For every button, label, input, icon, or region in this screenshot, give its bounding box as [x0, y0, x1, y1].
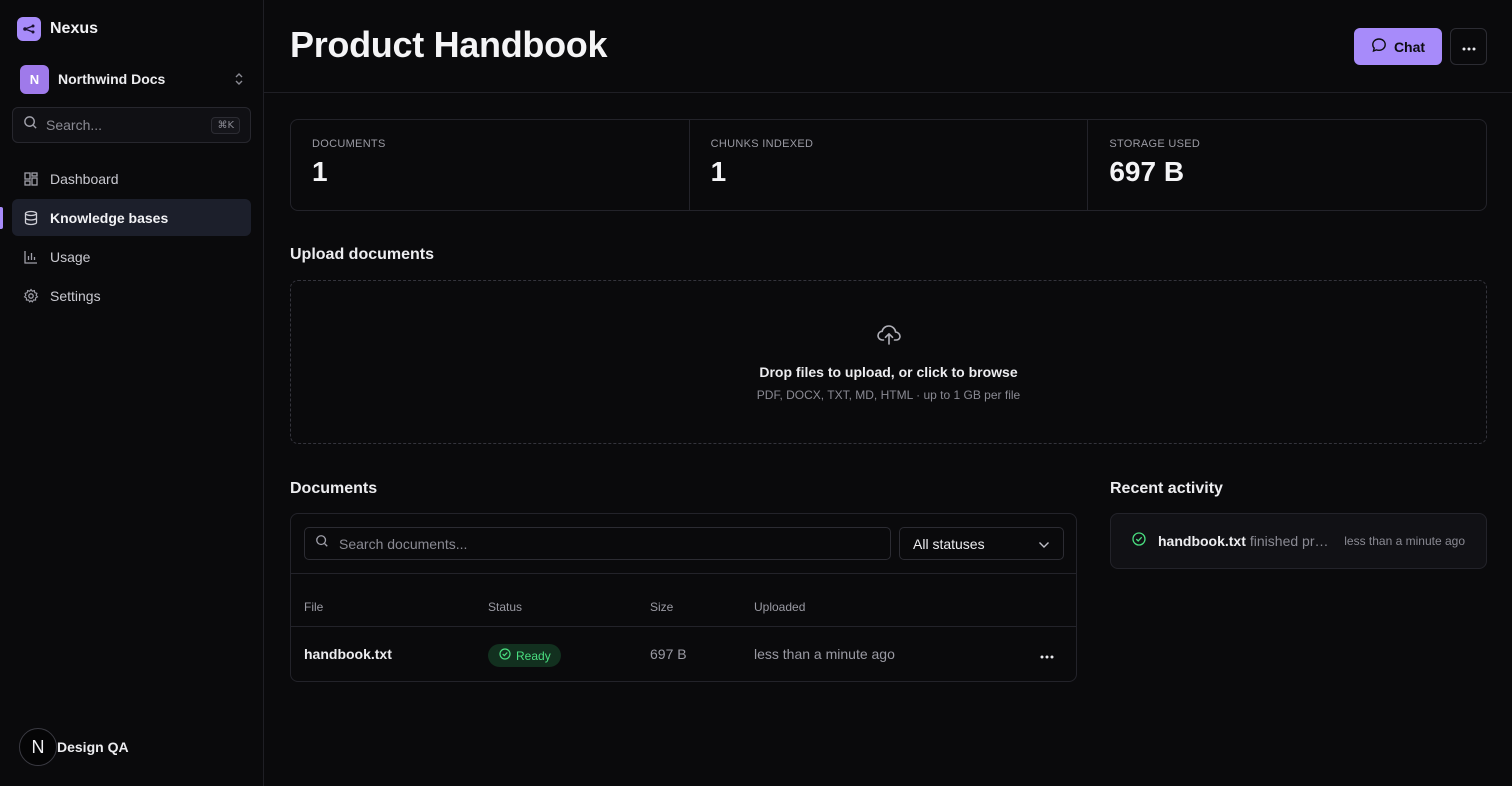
activity-time: less than a minute ago: [1344, 534, 1465, 548]
sidebar: Nexus N Northwind Docs Search... ⌘K Dash…: [0, 0, 264, 786]
search-icon: [23, 115, 38, 135]
ellipsis-icon: [1040, 646, 1054, 663]
ellipsis-icon: [1462, 38, 1476, 56]
row-file-size: 697 B: [650, 646, 687, 662]
stat-storage-used: STORAGE USED 697 B: [1088, 120, 1486, 210]
upload-section-title: Upload documents: [290, 246, 435, 263]
nexus-logo-icon: [17, 17, 41, 41]
column-header-size[interactable]: Size: [650, 600, 673, 614]
table-header: File Status Size Uploaded: [291, 573, 1076, 627]
sidebar-item-label: Usage: [50, 248, 91, 265]
page-header: Product Handbook Chat: [264, 0, 1512, 93]
search-shortcut: ⌘K: [211, 116, 240, 134]
brand[interactable]: Nexus: [17, 17, 98, 41]
sidebar-item-dashboard[interactable]: Dashboard: [12, 160, 251, 197]
workspace-avatar: N: [20, 64, 49, 94]
grid-icon: [23, 171, 39, 187]
stats-panel: DOCUMENTS 1 CHUNKS INDEXED 1 STORAGE USE…: [290, 119, 1487, 211]
search-placeholder: Search...: [46, 117, 103, 133]
column-header-uploaded[interactable]: Uploaded: [754, 600, 805, 614]
upload-dropzone[interactable]: Drop files to upload, or click to browse…: [290, 280, 1487, 444]
workspace-switcher[interactable]: N Northwind Docs: [20, 64, 244, 94]
stat-documents: DOCUMENTS 1: [291, 120, 690, 210]
activity-message: handbook.txt finished processing: [1158, 533, 1330, 549]
stat-chunks-indexed: CHUNKS INDEXED 1: [690, 120, 1089, 210]
activity-item[interactable]: handbook.txt finished processing less th…: [1110, 513, 1487, 569]
app-root: Nexus N Northwind Docs Search... ⌘K Dash…: [0, 0, 1512, 786]
documents-panel: All statuses File Status Size Uploaded h…: [290, 513, 1077, 682]
document-search[interactable]: [304, 527, 891, 560]
chevron-updown-icon: [234, 72, 244, 86]
status-filter-value: All statuses: [913, 535, 985, 552]
status-badge-label: Ready: [516, 648, 551, 663]
user-name: Design QA: [57, 739, 129, 755]
chat-button-label: Chat: [1393, 38, 1426, 55]
sidebar-item-settings[interactable]: Settings: [12, 277, 251, 314]
brand-name: Nexus: [50, 20, 99, 37]
sidebar-item-label: Knowledge bases: [50, 209, 169, 226]
avatar: N: [19, 728, 57, 766]
stat-value: 1: [312, 156, 328, 187]
row-file-name[interactable]: handbook.txt: [304, 646, 392, 662]
active-nav-indicator: [0, 207, 3, 229]
cloud-upload-icon: [876, 323, 902, 352]
row-actions-button[interactable]: [1033, 641, 1061, 667]
sidebar-item-knowledge-bases[interactable]: Knowledge bases: [12, 199, 251, 236]
main-content: Product Handbook Chat DOCUMENTS 1 CHUNKS…: [264, 0, 1512, 786]
user-menu[interactable]: N Design QA: [19, 728, 129, 766]
column-header-status[interactable]: Status: [488, 600, 522, 614]
workspace-name: Northwind Docs: [58, 71, 166, 87]
table-row[interactable]: handbook.txt Ready 697 B less than a min…: [291, 627, 1076, 682]
activity-section-title: Recent activity: [1110, 480, 1223, 497]
sidebar-item-label: Settings: [50, 287, 101, 304]
check-circle-icon: [1132, 531, 1146, 551]
row-uploaded-time: less than a minute ago: [754, 646, 895, 662]
check-circle-icon: [499, 648, 511, 663]
status-badge: Ready: [488, 644, 561, 667]
dropzone-title: Drop files to upload, or click to browse: [759, 363, 1018, 380]
database-icon: [23, 210, 39, 226]
more-options-button[interactable]: [1450, 28, 1487, 65]
activity-file: handbook.txt: [1158, 533, 1246, 549]
activity-text: finished processing: [1249, 533, 1330, 549]
chat-bubble-icon: [1371, 37, 1387, 56]
stat-value: 697 B: [1109, 156, 1185, 187]
sidebar-search[interactable]: Search... ⌘K: [12, 107, 251, 143]
gear-icon: [23, 288, 39, 304]
document-search-input[interactable]: [339, 535, 880, 552]
stat-label: STORAGE USED: [1109, 138, 1201, 150]
bar-chart-icon: [23, 249, 39, 265]
dropzone-hint: PDF, DOCX, TXT, MD, HTML · up to 1 GB pe…: [756, 387, 1021, 402]
stat-label: DOCUMENTS: [312, 138, 386, 150]
stat-label: CHUNKS INDEXED: [710, 138, 814, 150]
sidebar-item-usage[interactable]: Usage: [12, 238, 251, 275]
documents-section-title: Documents: [290, 480, 378, 497]
search-icon: [315, 534, 329, 553]
sidebar-item-label: Dashboard: [50, 170, 119, 187]
column-header-file[interactable]: File: [304, 600, 323, 614]
chevron-down-icon: [1038, 536, 1050, 552]
status-filter-select[interactable]: All statuses: [899, 527, 1064, 560]
stat-value: 1: [710, 156, 727, 187]
chat-button[interactable]: Chat: [1354, 28, 1442, 65]
page-title: Product Handbook: [290, 24, 608, 65]
sidebar-nav: Dashboard Knowledge bases Usage Settings: [12, 160, 251, 316]
